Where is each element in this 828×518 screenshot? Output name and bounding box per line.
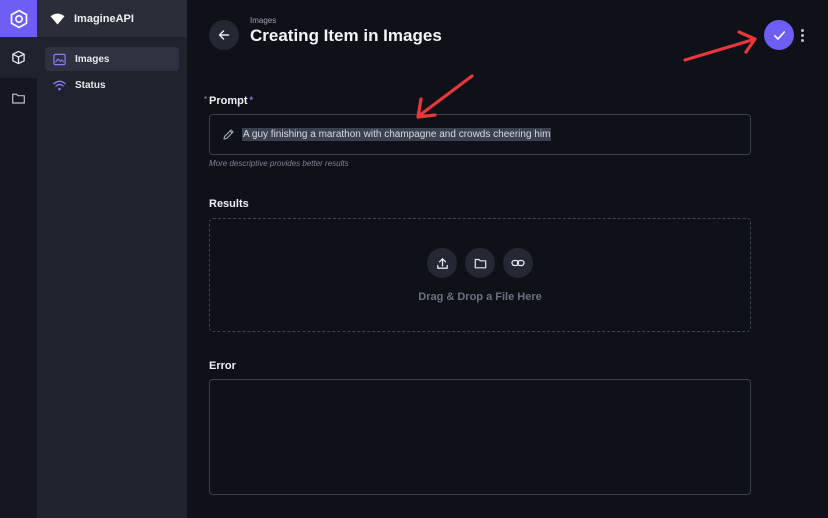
sidebar-item-label: Status — [75, 79, 106, 91]
sidebar-item-label: Images — [75, 53, 110, 65]
sidebar-header: ImagineAPI — [37, 0, 187, 37]
project-logo-button[interactable] — [0, 0, 37, 37]
check-icon — [773, 30, 785, 40]
required-marker: * — [204, 95, 208, 104]
sidebar: ImagineAPI Images Status — [37, 0, 187, 518]
upload-button[interactable] — [427, 248, 457, 278]
more-dots-icon — [800, 28, 804, 32]
rail-files-button[interactable] — [0, 78, 37, 119]
cube-icon — [12, 50, 25, 65]
sidebar-item-status[interactable]: Status — [45, 73, 179, 97]
upload-icon — [436, 257, 448, 269]
sidebar-nav: Images Status — [37, 37, 187, 97]
drop-zone-text: Drag & Drop a File Here — [418, 291, 542, 303]
prompt-label-text: Prompt — [209, 95, 248, 107]
breadcrumb[interactable]: Images — [250, 16, 276, 25]
prompt-label: Prompt * — [209, 95, 253, 107]
save-button[interactable] — [764, 20, 794, 50]
main-content: Images Creating Item in Images * Prompt *… — [187, 0, 828, 518]
more-options-button[interactable] — [798, 24, 806, 46]
page-title: Creating Item in Images — [250, 26, 442, 45]
required-star: * — [249, 95, 254, 105]
wifi-icon — [53, 80, 66, 90]
image-icon — [53, 53, 66, 65]
error-textarea[interactable] — [209, 379, 751, 495]
drop-actions — [427, 248, 533, 278]
sidebar-item-images[interactable]: Images — [45, 47, 179, 71]
rail-content-button[interactable] — [0, 37, 37, 78]
wifi-logo-icon — [50, 13, 65, 24]
module-rail — [0, 0, 37, 518]
results-label: Results — [209, 198, 249, 210]
folder-icon — [12, 93, 25, 104]
arrow-left-icon — [218, 30, 230, 40]
back-button[interactable] — [209, 20, 239, 50]
app-name: ImagineAPI — [74, 12, 134, 25]
folder-icon — [474, 258, 486, 268]
prompt-value: A guy finishing a marathon with champagn… — [242, 128, 552, 141]
import-from-url-button[interactable] — [503, 248, 533, 278]
choose-from-library-button[interactable] — [465, 248, 495, 278]
prompt-hint: More descriptive provides better results — [209, 159, 349, 168]
hex-logo-icon — [10, 9, 27, 28]
link-icon — [511, 259, 525, 267]
pencil-icon — [223, 129, 234, 140]
file-drop-zone[interactable]: Drag & Drop a File Here — [209, 218, 751, 332]
prompt-input[interactable]: A guy finishing a marathon with champagn… — [209, 114, 751, 155]
error-label: Error — [209, 360, 236, 372]
